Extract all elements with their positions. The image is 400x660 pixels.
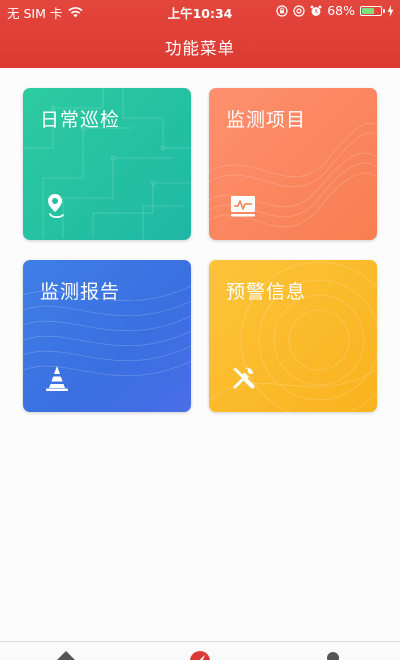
tools-icon: [233, 367, 255, 389]
monitor-chart-icon: [231, 196, 255, 217]
location-pin-icon: [48, 194, 64, 219]
battery-percent: 68%: [327, 3, 355, 18]
compass-icon[interactable]: [180, 642, 220, 660]
battery-icon: [360, 5, 385, 16]
menu-tile-monitoring-reports[interactable]: 监测报告: [23, 260, 191, 412]
bottom-tab-bar: [0, 641, 400, 660]
menu-tile-daily-inspection[interactable]: 日常巡检: [23, 88, 191, 240]
menu-tile-label: 监测项目: [226, 109, 307, 131]
home-icon[interactable]: [46, 642, 86, 660]
lock-rotation-icon: [276, 4, 288, 17]
menu-tile-alert-info[interactable]: 预警信息: [209, 260, 377, 412]
app-screen: 无 SIM 卡 上午10:34 68% 功能菜单 日常巡检 监测项目 监测报告 …: [0, 0, 400, 660]
status-right: 68%: [276, 3, 394, 18]
app-header: 无 SIM 卡 上午10:34 68% 功能菜单: [0, 0, 400, 68]
menu-tile-label: 监测报告: [40, 281, 121, 303]
charging-icon: [387, 4, 394, 17]
at-icon: [293, 4, 305, 17]
menu-tile-label: 预警信息: [226, 281, 307, 303]
user-icon[interactable]: [313, 642, 353, 660]
status-bar: 无 SIM 卡 上午10:34 68%: [0, 0, 400, 22]
menu-tile-monitoring-projects[interactable]: 监测项目: [209, 88, 377, 240]
alarm-icon: [310, 5, 322, 16]
menu-tile-label: 日常巡检: [40, 109, 121, 131]
traffic-cone-icon: [46, 366, 68, 391]
battery-fill: [362, 7, 374, 14]
page-title: 功能菜单: [165, 39, 235, 58]
